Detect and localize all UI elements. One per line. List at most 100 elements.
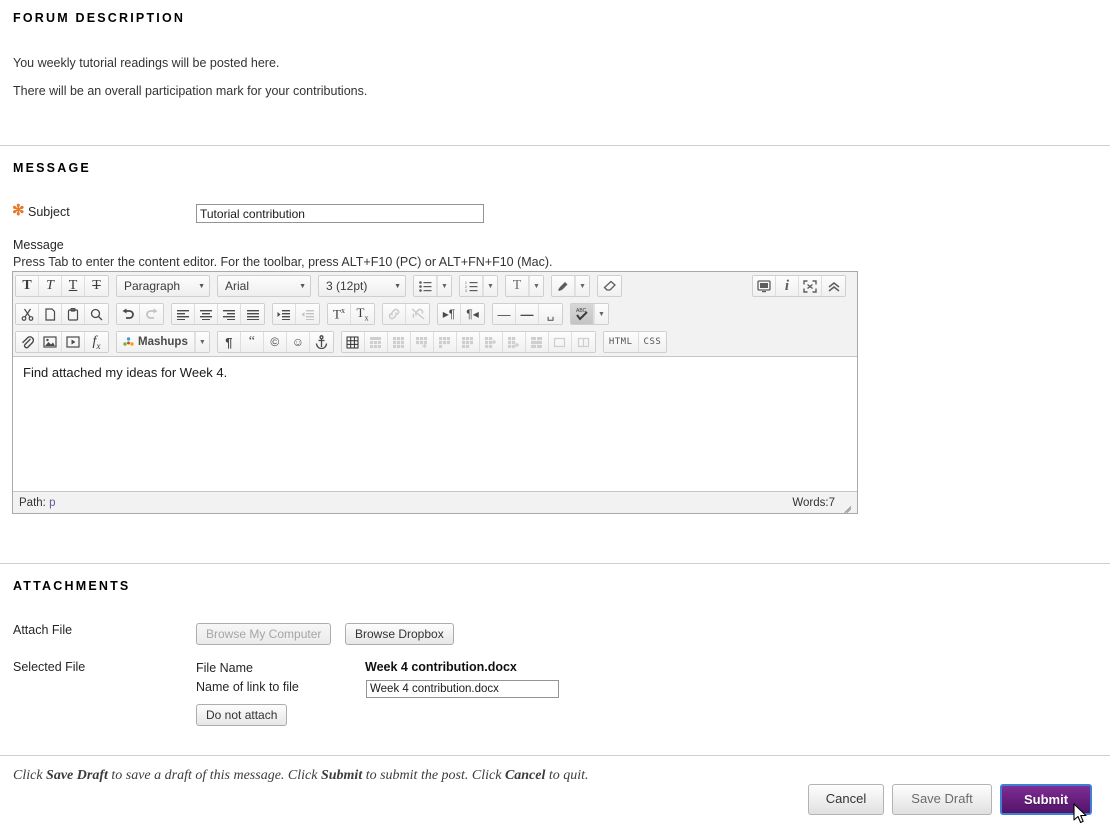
unordered-list-options-caret-icon[interactable]: ▼ [437,276,451,296]
forum-description-line-2: There will be an overall participation m… [13,84,368,98]
fullscreen-icon[interactable] [799,276,822,296]
horizontal-rule-icon[interactable]: — [493,304,516,324]
superscript-icon[interactable]: Tx [328,304,351,324]
align-center-icon[interactable] [195,304,218,324]
font-size-select[interactable]: 3 (12pt) ▼ [318,275,406,297]
chevron-down-icon: ▼ [394,282,401,290]
submit-button[interactable]: Submit [1000,784,1092,815]
ltr-direction-icon[interactable]: ▸¶ [438,304,461,324]
two-column-layout-icon [571,332,595,352]
section-divider [0,145,1110,146]
cut-icon[interactable] [16,304,39,324]
footer-text-4: to submit the post. Click [362,768,505,783]
footer-text-5: Cancel [504,768,546,783]
toolbar-row-1-right-group: i [752,275,853,297]
bold-icon[interactable]: T [16,276,39,296]
attachments-heading: ATTACHMENTS [13,579,131,593]
font-size-value: 3 (12pt) [326,279,368,293]
align-left-icon[interactable] [172,304,195,324]
align-justify-icon[interactable] [241,304,264,324]
nonbreaking-space-icon[interactable]: ␣ [539,304,562,324]
editor-path-label: Path: [19,496,46,509]
underline-icon[interactable]: T [62,276,85,296]
thick-rule-icon[interactable]: — [516,304,539,324]
spellcheck-icon[interactable]: ABC [571,304,594,324]
insert-table-icon[interactable] [341,332,365,352]
subscript-icon[interactable]: Tx [351,304,374,324]
ordered-list-options-caret-icon[interactable]: ▼ [483,276,497,296]
attach-file-icon[interactable] [16,332,39,352]
highlight-color-caret-icon[interactable]: ▼ [575,276,589,296]
file-name-value: Week 4 contribution.docx [365,660,517,674]
browse-dropbox-button[interactable]: Browse Dropbox [345,623,454,645]
paragraph-format-value: Paragraph [124,279,181,293]
browse-my-computer-button[interactable]: Browse My Computer [196,623,332,645]
do-not-attach-button[interactable]: Do not attach [196,704,288,726]
unordered-list-icon[interactable] [414,276,437,296]
footer-text-1: Save Draft [46,768,108,783]
undo-icon[interactable] [117,304,140,324]
paragraph-format-select[interactable]: Paragraph ▼ [116,275,210,297]
split-cell-icon [548,332,572,352]
undo-redo-group [116,303,164,325]
subject-input[interactable] [196,204,484,223]
alignment-group [171,303,265,325]
highlighter-icon[interactable] [552,276,575,296]
editor-resize-handle[interactable] [841,498,852,513]
editor-keyboard-hint: Press Tab to enter the content editor. F… [13,255,553,269]
text-color-caret-icon[interactable]: ▼ [529,276,543,296]
svg-text:3: 3 [465,289,467,292]
editor-path-status: Path: p [19,497,55,509]
toolbar-row-3: fx Mashups ▼ ¶ “ © ☺ HTML CSS [13,328,857,356]
indent-group [272,303,320,325]
insert-image-icon[interactable] [39,332,62,352]
mashups-button[interactable]: Mashups [117,332,195,352]
italic-icon[interactable]: T [39,276,62,296]
text-color-icon[interactable]: T [506,276,529,296]
paragraph-mark-icon[interactable]: ¶ [217,332,241,352]
insert-formula-icon[interactable]: fx [85,332,108,352]
section-divider [0,563,1110,564]
editor-status-bar: Path: p Words:7 [13,491,857,513]
copyright-icon[interactable]: © [263,332,287,352]
rtl-direction-icon[interactable]: ¶◂ [461,304,484,324]
collapse-toolbar-icon[interactable] [822,276,845,296]
font-family-value: Arial [225,279,250,293]
special-insert-group: ¶ “ © ☺ [216,331,334,353]
text-color-group: T ▼ [505,275,544,297]
insert-video-icon[interactable] [62,332,85,352]
strikethrough-icon[interactable]: T [85,276,108,296]
font-family-select[interactable]: Arial ▼ [217,275,311,297]
increase-indent-icon[interactable] [273,304,296,324]
editor-content-area[interactable]: Find attached my ideas for Week 4. [13,357,857,485]
html-source-button[interactable]: HTML [603,332,639,352]
chevron-down-icon: ▼ [198,282,205,290]
toolbar-row-2: Tx Tx ▸¶ ¶◂ — — ␣ ABC ▼ [13,300,857,328]
info-icon[interactable]: i [776,276,799,296]
remove-link-icon [406,304,429,324]
link-name-label: Name of link to file [196,680,299,694]
save-draft-button[interactable]: Save Draft [892,784,992,815]
anchor-icon[interactable] [309,332,333,352]
forum-description-heading: FORUM DESCRIPTION [13,11,186,25]
find-icon[interactable] [85,304,108,324]
emoticon-icon[interactable]: ☺ [286,332,310,352]
footer-text-6: to quit. [545,768,589,783]
paste-icon[interactable] [62,304,85,324]
eraser-icon[interactable] [598,276,621,296]
quote-icon[interactable]: “ [240,332,264,352]
mashups-caret-icon[interactable]: ▼ [194,332,209,352]
insert-media-group: fx [15,331,109,353]
copy-icon[interactable] [39,304,62,324]
spellcheck-caret-icon[interactable]: ▼ [594,304,608,324]
link-name-input[interactable] [366,680,559,698]
delete-row-icon [456,332,480,352]
section-divider [0,755,1110,756]
css-source-button[interactable]: CSS [638,332,667,352]
source-code-group: HTML CSS [602,331,668,353]
cancel-button[interactable]: Cancel [808,784,884,815]
ordered-list-icon[interactable]: 123 [460,276,483,296]
align-right-icon[interactable] [218,304,241,324]
footer-instructions: Click Save Draft to save a draft of this… [13,768,589,784]
preview-icon[interactable] [753,276,776,296]
